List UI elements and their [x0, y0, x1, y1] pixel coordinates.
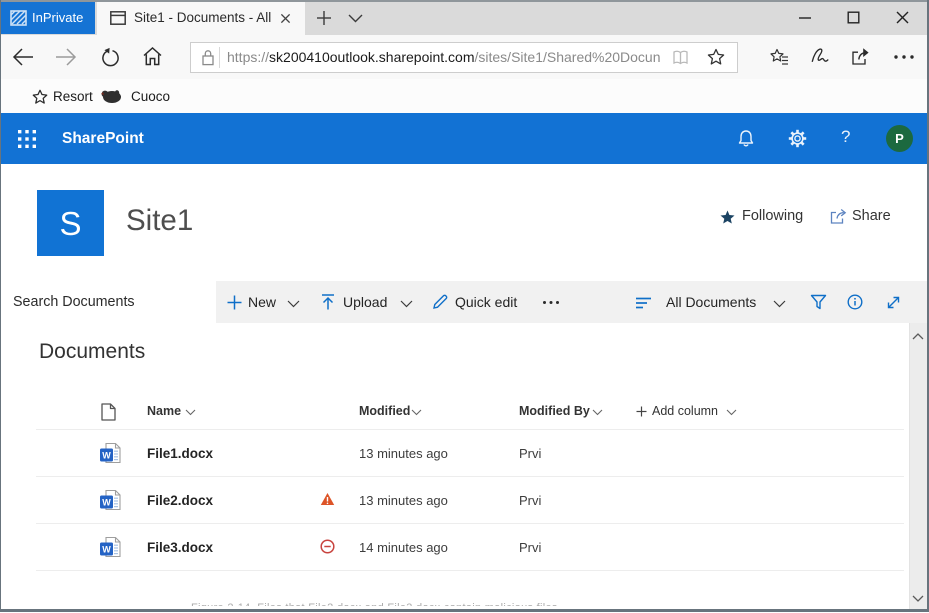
- svg-text:W: W: [102, 498, 111, 508]
- svg-text:W: W: [102, 545, 111, 555]
- svg-text:W: W: [102, 451, 111, 461]
